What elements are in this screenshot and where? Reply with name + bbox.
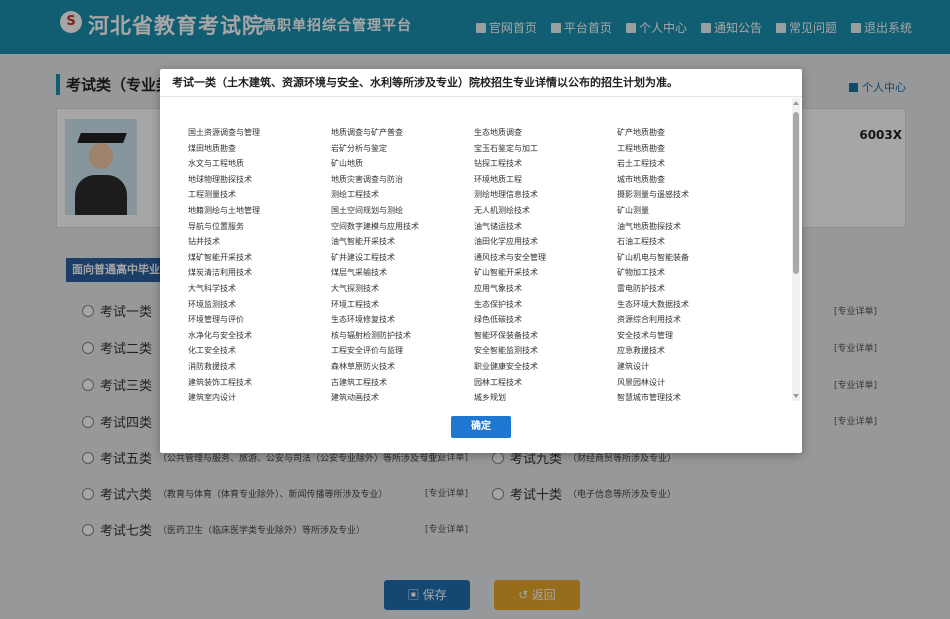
major-item: 城市地质勘查	[617, 174, 665, 184]
major-detail-dialog: 考试一类（土木建筑、资源环境与安全、水利等所涉及专业）院校招生专业详情以公布的招…	[160, 69, 802, 453]
major-item: 水文与工程地质	[188, 159, 244, 169]
major-item: 智能环保装备技术	[474, 330, 538, 340]
major-item: 建筑设计	[617, 361, 649, 371]
major-item: 矿物加工技术	[617, 268, 665, 278]
major-item: 钻探工程技术	[474, 159, 522, 169]
major-item: 测绘工程技术	[331, 190, 379, 200]
major-item: 大气科学技术	[188, 283, 236, 293]
major-item: 矿井建设工程技术	[331, 252, 395, 262]
major-item: 油气储运技术	[474, 221, 522, 231]
major-item: 矿山智能开采技术	[474, 268, 538, 278]
major-item: 煤矿智能开采技术	[188, 252, 252, 262]
major-item: 导航与位置服务	[188, 221, 244, 231]
major-item: 工程地质勘查	[617, 143, 665, 153]
major-item: 核与辐射检测防护技术	[331, 330, 411, 340]
major-item: 钻井技术	[188, 237, 220, 247]
dialog-title: 考试一类（土木建筑、资源环境与安全、水利等所涉及专业）院校招生专业详情以公布的招…	[160, 69, 802, 97]
major-item: 环境管理与评价	[188, 315, 244, 325]
major-item: 化工安全技术	[188, 346, 236, 356]
major-item: 无人机测绘技术	[474, 205, 530, 215]
major-item: 消防救援技术	[188, 361, 236, 371]
major-item: 宝玉石鉴定与加工	[474, 143, 538, 153]
major-item: 矿山机电与智能装备	[617, 252, 689, 262]
major-item: 大气探测技术	[331, 283, 379, 293]
major-item: 工程安全评价与监理	[331, 346, 403, 356]
major-item: 油气地质勘探技术	[617, 221, 681, 231]
major-item: 油田化学应用技术	[474, 237, 538, 247]
scroll-thumb[interactable]	[793, 112, 799, 274]
major-item: 国土空间规划与测绘	[331, 205, 403, 215]
major-item: 煤炭清洁利用技术	[188, 268, 252, 278]
major-item: 通风技术与安全管理	[474, 252, 546, 262]
major-item: 环境工程技术	[331, 299, 379, 309]
major-item: 岩土工程技术	[617, 159, 665, 169]
major-item: 环境监测技术	[188, 299, 236, 309]
major-item: 空间数字建模与应用技术	[331, 221, 419, 231]
major-item: 矿山地质	[331, 159, 363, 169]
major-item: 建筑室内设计	[188, 393, 236, 401]
major-item: 雷电防护技术	[617, 283, 665, 293]
major-item: 石油工程技术	[617, 237, 665, 247]
major-item: 生态地质调查	[474, 128, 522, 137]
major-item: 园林工程技术	[474, 377, 522, 387]
major-item: 生态环境大数据技术	[617, 299, 689, 309]
major-item: 职业健康安全技术	[474, 361, 538, 371]
major-item: 工程测量技术	[188, 190, 236, 200]
major-item: 国土资源调查与管理	[188, 128, 260, 137]
major-item: 地球物理勘探技术	[188, 174, 252, 184]
major-item: 风景园林设计	[617, 377, 665, 387]
major-item: 煤层气采输技术	[331, 268, 387, 278]
major-item: 矿山测量	[617, 205, 649, 215]
major-item: 应用气象技术	[474, 283, 522, 293]
major-item: 地质调查与矿产普查	[331, 128, 403, 137]
dialog-body: 国土资源调查与管理 地质调查与矿产普查 生态地质调查 矿产地质勘查煤田地质勘查 岩矿分析…	[160, 98, 802, 401]
major-item: 岩矿分析与鉴定	[331, 143, 387, 153]
major-list: 国土资源调查与管理 地质调查与矿产普查 生态地质调查 矿产地质勘查煤田地质勘查 岩矿分析…	[188, 125, 788, 401]
major-item: 智慧城市管理技术	[617, 393, 681, 401]
scroll-up-icon[interactable]	[793, 101, 799, 105]
major-item: 油气智能开采技术	[331, 237, 395, 247]
major-item: 摄影测量与遥感技术	[617, 190, 689, 200]
major-item: 森林草原防火技术	[331, 361, 395, 371]
major-item: 安全技术与管理	[617, 330, 673, 340]
major-item: 建筑装饰工程技术	[188, 377, 252, 387]
confirm-button[interactable]: 确定	[451, 416, 511, 438]
major-item: 资源综合利用技术	[617, 315, 681, 325]
major-item: 水净化与安全技术	[188, 330, 252, 340]
major-item: 绿色低碳技术	[474, 315, 522, 325]
major-item: 古建筑工程技术	[331, 377, 387, 387]
major-item: 生态环境修复技术	[331, 315, 395, 325]
major-item: 环境地质工程	[474, 174, 522, 184]
major-item: 测绘地理信息技术	[474, 190, 538, 200]
dialog-scrollbar[interactable]	[792, 98, 800, 401]
major-item: 煤田地质勘查	[188, 143, 236, 153]
major-item: 安全智能监测技术	[474, 346, 538, 356]
major-item: 矿产地质勘查	[617, 128, 665, 137]
major-item: 建筑动画技术	[331, 393, 379, 401]
major-item: 地籍测绘与土地管理	[188, 205, 260, 215]
major-item: 应急救援技术	[617, 346, 665, 356]
major-item: 城乡规划	[474, 393, 506, 401]
major-item: 地质灾害调查与防治	[331, 174, 403, 184]
major-item: 生态保护技术	[474, 299, 522, 309]
scroll-down-icon[interactable]	[793, 394, 799, 398]
